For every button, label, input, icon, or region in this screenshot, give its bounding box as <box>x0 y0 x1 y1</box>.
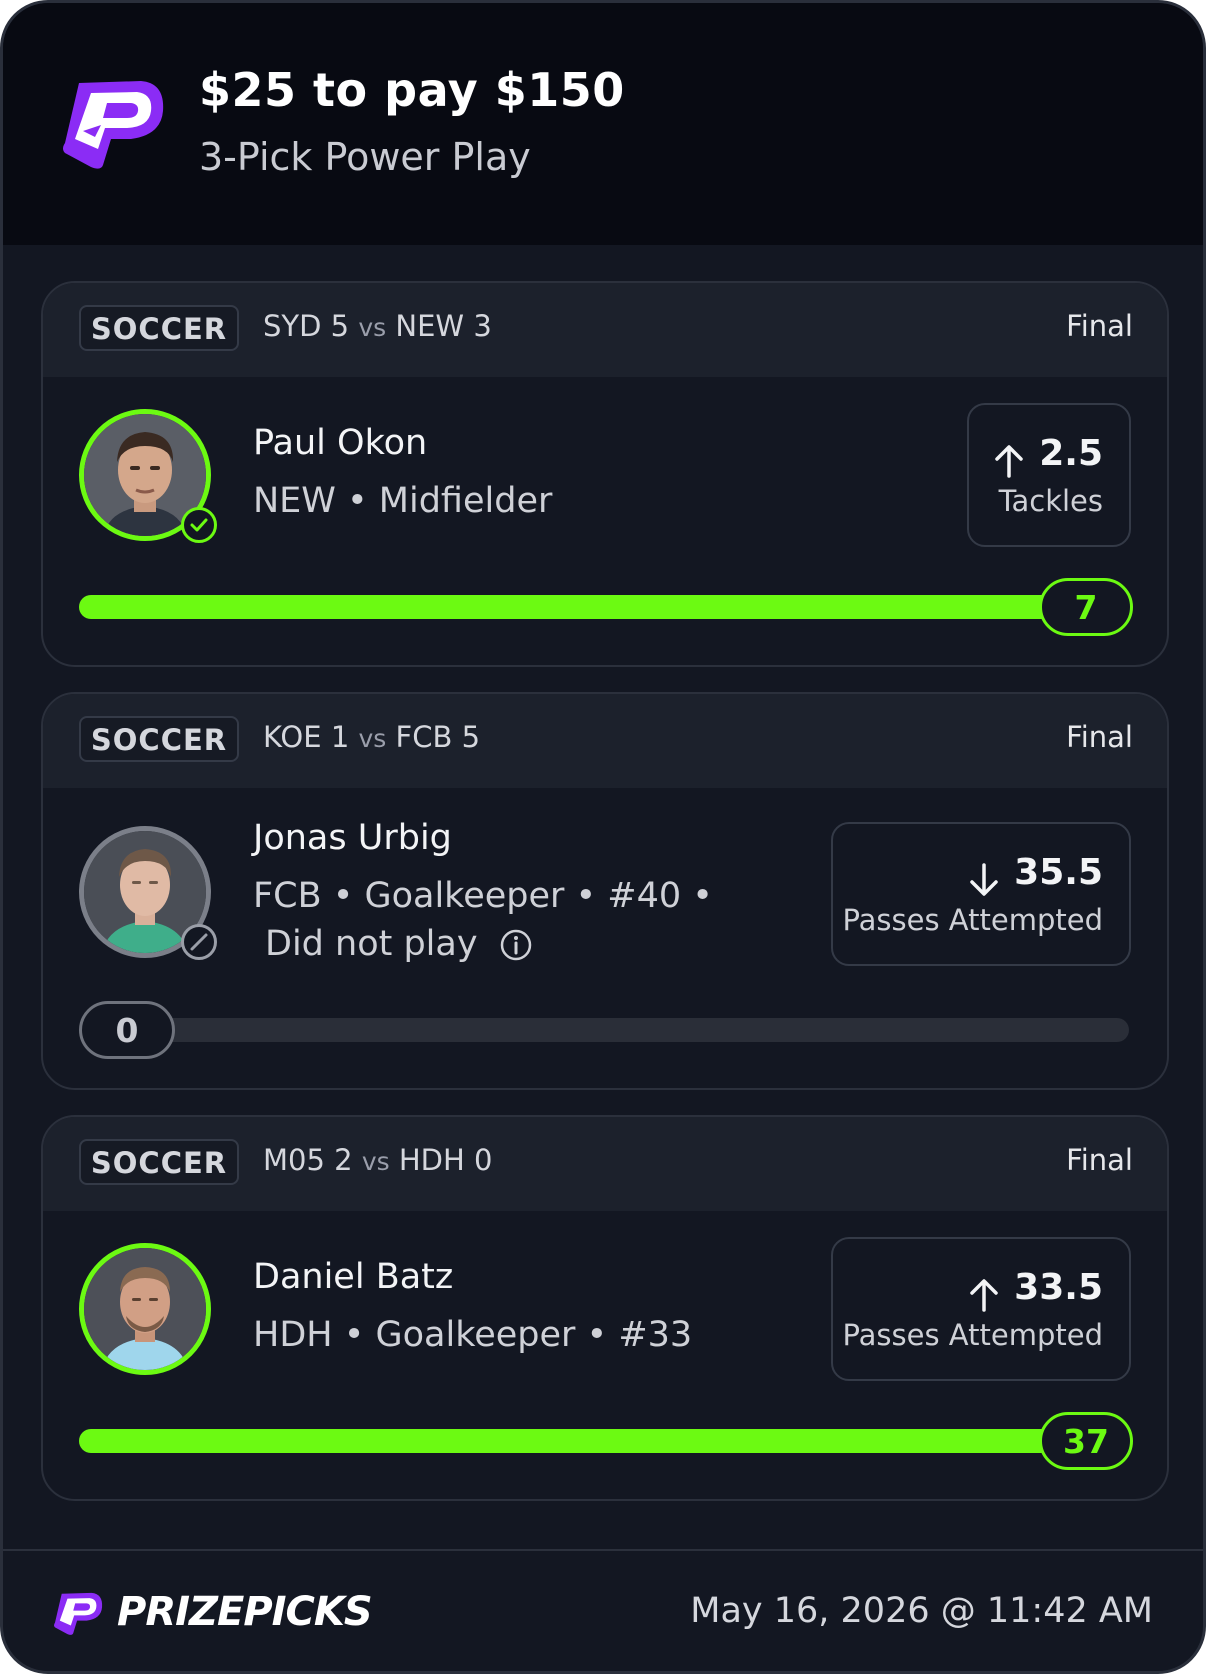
game-status: Final <box>1066 1143 1133 1177</box>
team-away: KOE <box>263 720 322 754</box>
play-type: 3-Pick Power Play <box>199 135 531 179</box>
team-home: NEW <box>395 309 465 343</box>
team-home: FCB <box>395 720 453 754</box>
arrow-up-icon <box>970 1278 998 1312</box>
progress-track <box>79 595 1129 619</box>
projection-box: 35.5 Passes Attempted <box>831 822 1131 966</box>
score-home: 5 <box>461 720 481 754</box>
pick-card[interactable]: SOCCER KOE 1 vs FCB 5 Final Jonas Urbig … <box>41 692 1169 1090</box>
prohibited-icon <box>181 924 217 960</box>
payout-title: $25 to pay $150 <box>199 63 625 117</box>
player-meta: NEW • Midfielder <box>253 481 553 521</box>
player-avatar <box>79 1243 211 1375</box>
check-circle-icon <box>181 507 217 543</box>
game-score: SYD 5 vs NEW 3 <box>263 309 492 343</box>
game-info-bar: SOCCER SYD 5 vs NEW 3 Final <box>43 283 1167 377</box>
player-name: Paul Okon <box>253 423 428 463</box>
score-home: 3 <box>473 309 492 343</box>
score-away: 2 <box>334 1143 353 1177</box>
projection-box: 2.5 Tackles <box>967 403 1131 547</box>
progress-fill <box>79 595 1079 619</box>
timestamp: May 16, 2026 @ 11:42 AM <box>690 1591 1153 1631</box>
stat-type: Passes Attempted <box>842 1317 1103 1352</box>
info-icon[interactable] <box>499 928 533 962</box>
sport-badge: SOCCER <box>79 1139 239 1185</box>
projection-line: 33.5 <box>1014 1267 1103 1308</box>
player-avatar <box>79 409 217 543</box>
projection-line: 2.5 <box>1039 433 1103 474</box>
card-header: $25 to pay $150 3-Pick Power Play <box>3 3 1203 245</box>
brand-wordmark: PRIZEPICKS <box>117 1589 373 1635</box>
player-name: Daniel Batz <box>253 1257 454 1297</box>
lineup-card: $25 to pay $150 3-Pick Power Play SOCCER… <box>0 0 1206 1674</box>
prizepicks-logo-icon <box>63 81 164 169</box>
pick-card[interactable]: SOCCER SYD 5 vs NEW 3 Final Paul Okon NE… <box>41 281 1169 667</box>
vs-label: vs <box>361 1147 390 1176</box>
game-info-bar: SOCCER M05 2 vs HDH 0 Final <box>43 1117 1167 1211</box>
team-home: HDH <box>398 1143 465 1177</box>
prizepicks-logo-icon <box>54 1592 103 1635</box>
arrow-down-icon <box>970 862 998 896</box>
game-info-bar: SOCCER KOE 1 vs FCB 5 Final <box>43 694 1167 788</box>
score-away: 5 <box>330 309 350 343</box>
projection-line: 35.5 <box>1014 852 1103 893</box>
dnp-status: Did not play <box>265 924 533 964</box>
progress-track <box>79 1429 1129 1453</box>
game-status: Final <box>1066 309 1133 343</box>
actual-stat-pill: 7 <box>1039 578 1133 636</box>
player-name: Jonas Urbig <box>253 818 452 858</box>
game-status: Final <box>1066 720 1133 754</box>
game-score: M05 2 vs HDH 0 <box>263 1143 493 1177</box>
stat-type: Tackles <box>998 483 1103 518</box>
team-away: SYD <box>263 309 322 343</box>
sport-badge: SOCCER <box>79 305 239 351</box>
game-score: KOE 1 vs FCB 5 <box>263 720 480 754</box>
footer-divider <box>3 1549 1203 1551</box>
actual-stat-pill: 37 <box>1039 1412 1133 1470</box>
score-away: 1 <box>330 720 350 754</box>
sport-badge: SOCCER <box>79 716 239 762</box>
player-meta: HDH • Goalkeeper • #33 <box>253 1315 693 1355</box>
pick-card[interactable]: SOCCER M05 2 vs HDH 0 Final Daniel Batz … <box>41 1115 1169 1501</box>
vs-label: vs <box>358 313 387 342</box>
vs-label: vs <box>358 724 387 753</box>
player-meta: FCB • Goalkeeper • #40 • <box>253 876 713 916</box>
stat-type: Passes Attempted <box>842 902 1103 937</box>
progress-track <box>79 1018 1129 1042</box>
projection-box: 33.5 Passes Attempted <box>831 1237 1131 1381</box>
progress-fill <box>79 1429 1079 1453</box>
dnp-label: Did not play <box>265 924 478 964</box>
arrow-up-icon <box>995 444 1023 478</box>
player-avatar <box>79 826 217 960</box>
score-home: 0 <box>474 1143 493 1177</box>
team-away: M05 <box>263 1143 325 1177</box>
actual-stat-pill: 0 <box>79 1001 175 1059</box>
